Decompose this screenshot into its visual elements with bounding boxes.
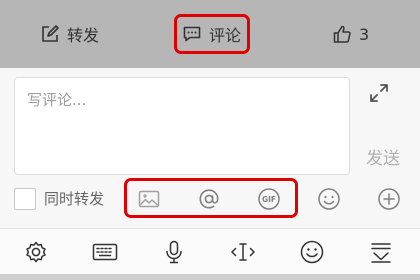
at-mention-icon[interactable]	[196, 186, 222, 212]
repost-label: 转发	[67, 26, 100, 45]
settings-icon[interactable]	[22, 238, 50, 266]
edit-icon	[40, 24, 60, 44]
emoji-icon[interactable]	[316, 186, 342, 212]
keyboard-icon[interactable]	[91, 238, 119, 266]
repost-button[interactable]: 转发	[40, 0, 99, 68]
add-icon[interactable]	[376, 186, 402, 212]
keyboard-toolbar	[0, 228, 420, 274]
microphone-icon[interactable]	[160, 238, 188, 266]
svg-text:GIF: GIF	[262, 195, 276, 204]
comment-highlight-box	[174, 14, 250, 54]
image-icon[interactable]	[136, 186, 162, 212]
comment-input[interactable]	[15, 78, 349, 174]
emoji-keyboard-icon[interactable]	[298, 238, 326, 266]
comment-composer: 发送 同时转发 GIF	[0, 68, 420, 228]
bottom-strip	[0, 274, 420, 280]
thumbs-up-icon	[332, 24, 352, 44]
comment-textbox	[14, 77, 350, 175]
cursor-move-icon[interactable]	[229, 238, 257, 266]
also-repost-label[interactable]: 同时转发	[44, 188, 104, 210]
also-repost-checkbox[interactable]	[14, 188, 36, 210]
send-button[interactable]: 发送	[366, 144, 400, 169]
composer-tools: 同时转发 GIF	[0, 178, 420, 220]
like-count: 3	[359, 24, 370, 44]
hide-keyboard-icon[interactable]	[367, 238, 395, 266]
gif-icon[interactable]: GIF	[256, 186, 282, 212]
like-button[interactable]: 3	[332, 0, 369, 68]
expand-icon[interactable]	[368, 82, 390, 104]
action-bar: 转发 评论 3	[0, 0, 420, 68]
